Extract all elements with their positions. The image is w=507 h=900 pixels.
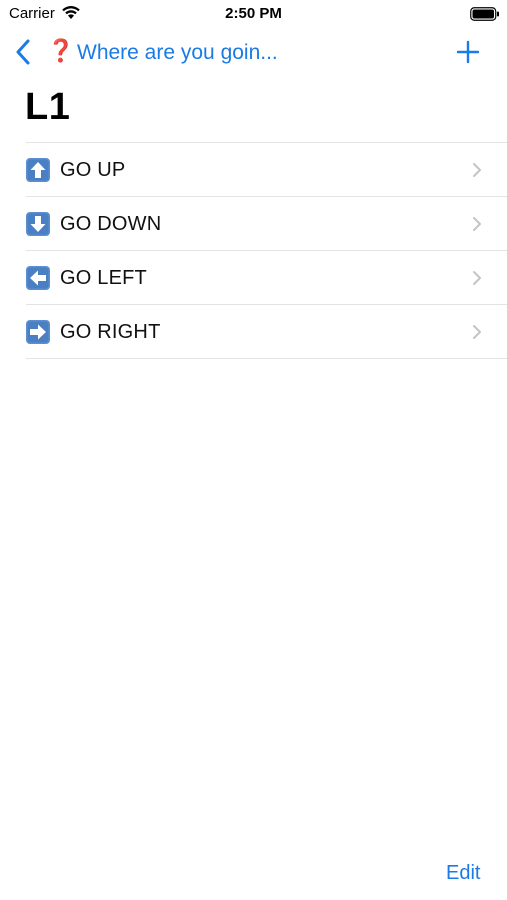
page-title: L1 bbox=[25, 86, 71, 128]
list-item-go-right[interactable]: GO RIGHT bbox=[26, 305, 507, 359]
list-item-go-down[interactable]: GO DOWN bbox=[26, 197, 507, 251]
question-mark-icon: ❓ bbox=[47, 38, 75, 63]
edit-button[interactable]: Edit bbox=[446, 862, 480, 885]
list-item-label: GO RIGHT bbox=[60, 321, 161, 343]
battery-icon bbox=[470, 7, 499, 21]
list-item-label: GO UP bbox=[60, 159, 126, 181]
chevron-right-icon bbox=[473, 271, 481, 285]
back-label: Where are you goin... bbox=[77, 41, 278, 64]
list-item-label: GO LEFT bbox=[60, 267, 147, 289]
status-time: 2:50 PM bbox=[225, 5, 282, 22]
navigation-bar: ❓ Where are you goin... bbox=[0, 30, 507, 74]
plus-icon[interactable] bbox=[456, 40, 480, 64]
chevron-right-icon bbox=[473, 325, 481, 339]
status-bar: Carrier 2:50 PM bbox=[0, 0, 507, 28]
back-button[interactable]: ❓ Where are you goin... bbox=[10, 30, 290, 74]
chevron-right-icon bbox=[473, 217, 481, 231]
down-arrow-icon bbox=[26, 212, 50, 236]
chevron-right-icon bbox=[473, 163, 481, 177]
list-item-go-up[interactable]: GO UP bbox=[26, 143, 507, 197]
right-arrow-icon bbox=[26, 320, 50, 344]
direction-list: GO UP GO DOWN GO LEFT GO RIGHT bbox=[26, 142, 507, 359]
list-item-go-left[interactable]: GO LEFT bbox=[26, 251, 507, 305]
chevron-left-icon bbox=[16, 39, 30, 65]
left-arrow-icon bbox=[26, 266, 50, 290]
up-arrow-icon bbox=[26, 158, 50, 182]
list-item-label: GO DOWN bbox=[60, 213, 162, 235]
